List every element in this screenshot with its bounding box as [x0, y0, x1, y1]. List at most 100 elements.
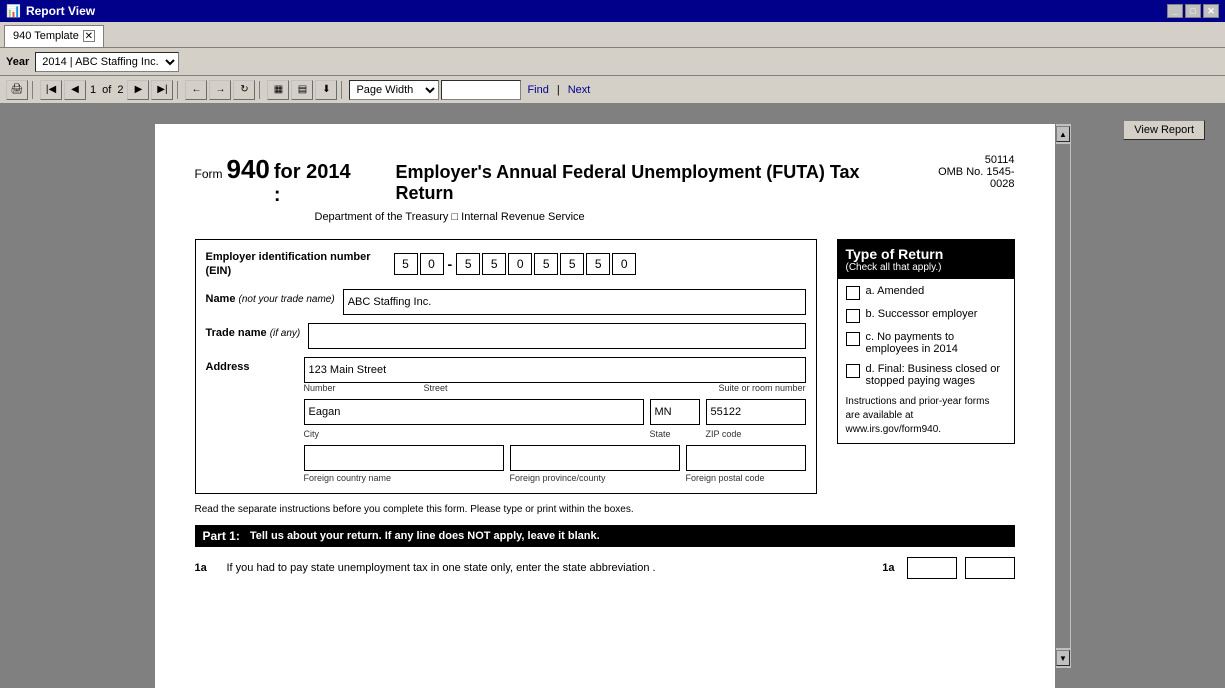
separator-pipe: | — [557, 84, 560, 96]
find-link[interactable]: Find — [527, 84, 548, 96]
checkbox-final[interactable] — [846, 364, 860, 378]
tab-bar: 940 Template ✕ — [0, 22, 1225, 48]
trade-name-row: Trade name (if any) — [206, 323, 806, 349]
form-body: Employer identification number (EIN) 5 0… — [195, 239, 1015, 494]
form-omb: 50114 OMB No. 1545-0028 — [915, 154, 1015, 190]
page-width-select[interactable]: Page Width — [349, 80, 439, 100]
minimize-button[interactable]: _ — [1167, 4, 1183, 18]
ein-digit-1: 5 — [394, 253, 418, 275]
address-sublabels: Number Street Suite or room number — [304, 383, 806, 393]
toolbar-separator-3 — [259, 81, 263, 99]
instructions-text: Instructions and prior-year forms are av… — [846, 395, 1006, 437]
address-line1-input[interactable] — [304, 357, 806, 383]
label-successor: b. Successor employer — [866, 308, 978, 320]
toolbar-first-page-button[interactable]: |◀ — [40, 80, 62, 100]
foreign-postal-input[interactable] — [686, 445, 806, 471]
ein-digit-8: 5 — [586, 253, 610, 275]
address-sublabels3: Foreign country name Foreign province/co… — [304, 473, 806, 483]
tab-label: 940 Template — [13, 30, 79, 42]
find-input[interactable] — [441, 80, 521, 100]
address-row2 — [304, 399, 806, 425]
address-sublabels2: City State ZIP code — [304, 429, 806, 439]
maximize-button[interactable]: □ — [1185, 4, 1201, 18]
form-number: 940 — [227, 154, 270, 185]
trade-name-input[interactable] — [308, 323, 805, 349]
year-bar: Year 2014 | ABC Staffing Inc. View Repor… — [0, 48, 1225, 76]
label-no-payments: c. No payments to employees in 2014 — [866, 331, 1006, 355]
page-current: 1 — [90, 84, 96, 96]
scrollbar[interactable]: ▲ ▼ — [1055, 124, 1071, 668]
ein-digit-4: 5 — [482, 253, 506, 275]
toolbar-prev-page-button[interactable]: ◀ — [64, 80, 86, 100]
tab-940-template[interactable]: 940 Template ✕ — [4, 25, 104, 47]
page-of-label: of — [102, 84, 111, 96]
part1-header: Part 1: Tell us about your return. If an… — [195, 525, 1015, 547]
name-row: Name (not your trade name) — [206, 289, 806, 315]
ein-row: Employer identification number (EIN) 5 0… — [206, 250, 806, 279]
form-main-title: Employer's Annual Federal Unemployment (… — [396, 162, 915, 204]
ein-dash: - — [448, 256, 453, 272]
foreign-country-input[interactable] — [304, 445, 504, 471]
address-row3 — [304, 445, 806, 471]
label-amended: a. Amended — [866, 285, 925, 297]
state-input[interactable] — [650, 399, 700, 425]
city-input[interactable] — [304, 399, 644, 425]
line-1a-label: 1a — [871, 562, 895, 574]
omb-number: 50114 — [915, 154, 1015, 166]
view-report-button[interactable]: View Report — [1123, 120, 1205, 140]
zip-input[interactable] — [706, 399, 806, 425]
toolbar-view-button[interactable]: ▦ — [267, 80, 289, 100]
name-label: Name (not your trade name) — [206, 289, 335, 305]
foreign-province-input[interactable] — [510, 445, 680, 471]
scroll-thumb[interactable] — [1056, 144, 1070, 648]
year-label: Year — [6, 56, 29, 68]
scroll-down-button[interactable]: ▼ — [1056, 650, 1070, 666]
ein-label: Employer identification number (EIN) — [206, 250, 386, 279]
toolbar-separator-2 — [177, 81, 181, 99]
checkbox-no-payments[interactable] — [846, 332, 860, 346]
year-select[interactable]: 2014 | ABC Staffing Inc. — [35, 52, 179, 72]
toolbar-back-button[interactable]: ← — [185, 80, 207, 100]
ein-digit-6: 5 — [534, 253, 558, 275]
scroll-up-button[interactable]: ▲ — [1056, 126, 1070, 142]
address-label: Address — [206, 357, 296, 373]
line-1a-box2[interactable] — [965, 557, 1015, 579]
app-window: 📊 Report View _ □ ✕ 940 Template ✕ Year … — [0, 0, 1225, 688]
line-1a-box1[interactable] — [907, 557, 957, 579]
close-button[interactable]: ✕ — [1203, 4, 1219, 18]
toolbar-layout-button[interactable]: ▤ — [291, 80, 313, 100]
next-link[interactable]: Next — [568, 84, 591, 96]
line-1a-text: If you had to pay state unemployment tax… — [227, 562, 863, 574]
ein-digit-7: 5 — [560, 253, 584, 275]
checkbox-amended[interactable] — [846, 286, 860, 300]
part1-description: Tell us about your return. If any line d… — [250, 530, 600, 542]
form-left: Employer identification number (EIN) 5 0… — [195, 239, 817, 494]
toolbar-print-button[interactable]: 🖨 — [6, 80, 28, 100]
form-label: Form — [195, 167, 223, 181]
type-return-item-c: c. No payments to employees in 2014 — [846, 331, 1006, 355]
trade-name-label: Trade name (if any) — [206, 323, 301, 339]
toolbar-forward-button[interactable]: → — [209, 80, 231, 100]
title-bar-text: Report View — [26, 4, 95, 18]
toolbar-refresh-button[interactable]: ↻ — [233, 80, 255, 100]
form-for-year: for 2014 : — [274, 161, 362, 207]
form-title-section: Form 940 for 2014 : Employer's Annual Fe… — [195, 154, 915, 223]
ein-digit-9: 0 — [612, 253, 636, 275]
toolbar-export-button[interactable]: ⬇ — [315, 80, 337, 100]
checkbox-successor[interactable] — [846, 309, 860, 323]
form-right: Type of Return (Check all that apply.) a… — [837, 239, 1015, 494]
content-area: Form 940 for 2014 : Employer's Annual Fe… — [0, 104, 1225, 688]
toolbar-next-page-button[interactable]: ▶ — [127, 80, 149, 100]
form-department: Department of the Treasury □ Internal Re… — [195, 211, 915, 223]
tab-close-button[interactable]: ✕ — [83, 30, 95, 42]
title-bar: 📊 Report View _ □ ✕ — [0, 0, 1225, 22]
part1-label: Part 1: — [203, 529, 240, 543]
line-1a: 1a If you had to pay state unemployment … — [195, 553, 1015, 583]
page-total: 2 — [117, 84, 123, 96]
ein-digit-5: 0 — [508, 253, 532, 275]
form-header: Form 940 for 2014 : Employer's Annual Fe… — [195, 154, 1015, 223]
toolbar: 🖨 |◀ ◀ 1 of 2 ▶ ▶| ← → ↻ ▦ ▤ ⬇ Page Widt… — [0, 76, 1225, 104]
toolbar-last-page-button[interactable]: ▶| — [151, 80, 173, 100]
ein-boxes: 5 0 - 5 5 0 5 5 5 0 — [394, 253, 637, 275]
name-input[interactable] — [343, 289, 806, 315]
